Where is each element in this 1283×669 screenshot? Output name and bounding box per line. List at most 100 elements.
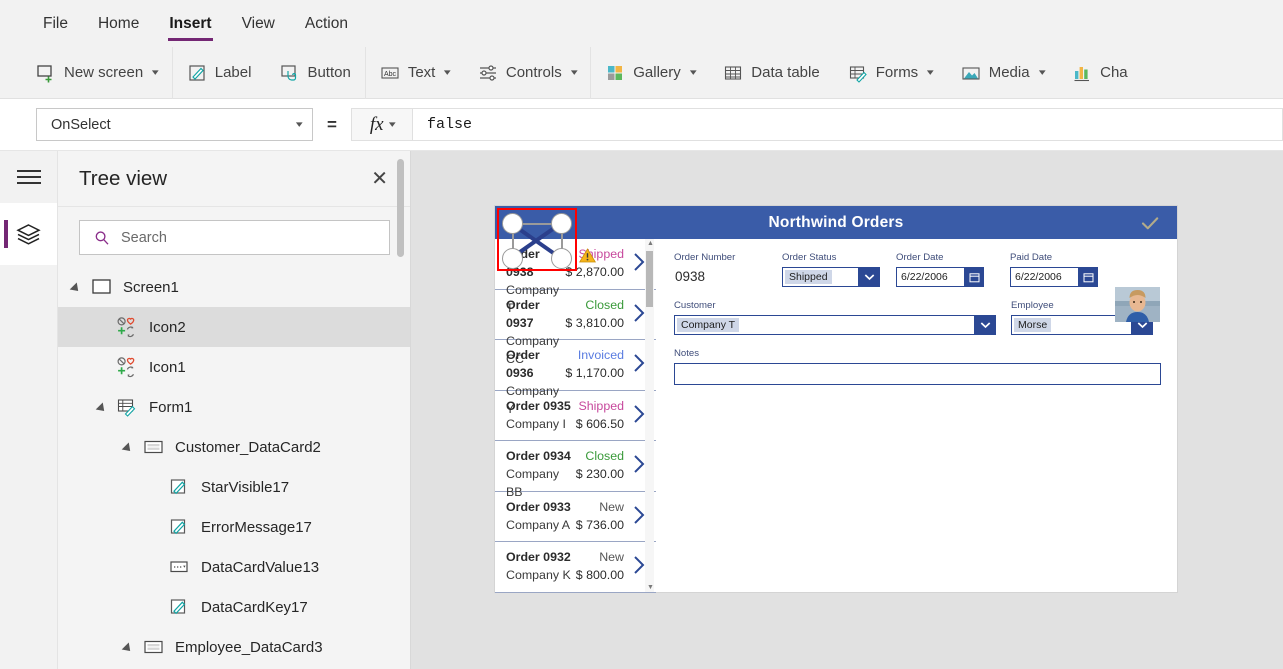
media-button[interactable]: Media ▾ bbox=[947, 47, 1058, 99]
gallery-label: Gallery bbox=[633, 64, 681, 81]
paid-date-value: 6/22/2006 bbox=[1015, 271, 1062, 283]
gallery-amount: $ 800.00 bbox=[575, 568, 624, 582]
order-status-dropdown[interactable]: Shipped bbox=[782, 267, 880, 287]
gallery-scrollbar-thumb[interactable] bbox=[646, 251, 653, 307]
tree-node-form1[interactable]: Form1 bbox=[58, 387, 410, 427]
label-icon bbox=[187, 63, 207, 83]
menu-item-insert[interactable]: Insert bbox=[154, 1, 226, 47]
chevron-down-icon[interactable] bbox=[974, 315, 996, 335]
tree-node-employee_datacard3[interactable]: Employee_DataCard3 bbox=[58, 627, 410, 667]
charts-button[interactable]: Cha bbox=[1058, 47, 1142, 99]
label-pencil-icon bbox=[170, 599, 186, 615]
gallery-item[interactable]: Order 0935 Company I Shipped $ 606.50 bbox=[495, 391, 656, 441]
gallery-item-right: Shipped $ 606.50 bbox=[576, 397, 626, 433]
twisty-expanded-icon[interactable] bbox=[98, 403, 107, 412]
resize-handle-top-left[interactable] bbox=[502, 213, 523, 234]
menu-item-view[interactable]: View bbox=[227, 1, 290, 47]
tree-node-label: StarVisible17 bbox=[201, 478, 290, 496]
gallery-item[interactable]: Order 0937 Company CC Closed $ 3,810.00 bbox=[495, 290, 656, 366]
chevron-down-icon: ▾ bbox=[570, 67, 578, 77]
new-screen-label: New screen bbox=[64, 64, 144, 81]
fx-expand-button[interactable]: fx ▾ bbox=[350, 108, 413, 141]
svg-text:Abc: Abc bbox=[384, 71, 397, 78]
chevron-down-icon: ▾ bbox=[152, 67, 159, 77]
selected-control-outline[interactable] bbox=[497, 208, 577, 271]
calendar-icon[interactable] bbox=[964, 267, 984, 287]
chevron-down-icon[interactable] bbox=[858, 267, 880, 287]
tree-node-starvisible17[interactable]: StarVisible17 bbox=[58, 467, 410, 507]
tree-node-errormessage17[interactable]: ErrorMessage17 bbox=[58, 507, 410, 547]
resize-handle-bottom-right[interactable] bbox=[551, 248, 572, 269]
order-date-field: Order Date 6/22/2006 bbox=[896, 251, 1010, 287]
twisty-expanded-icon[interactable] bbox=[124, 443, 133, 452]
label-button[interactable]: Label bbox=[173, 47, 266, 99]
gallery-item[interactable]: Order 0933 Company A New $ 736.00 bbox=[495, 492, 656, 542]
new-screen-button[interactable]: New screen ▾ bbox=[22, 47, 172, 99]
controls-button[interactable]: Controls ▾ bbox=[464, 47, 590, 99]
menu-item-file[interactable]: File bbox=[28, 1, 83, 47]
twisty-expanded-icon[interactable] bbox=[124, 643, 133, 652]
resize-handle-bottom-left[interactable] bbox=[502, 248, 523, 269]
left-rail bbox=[0, 151, 58, 669]
tree-node-icon1[interactable]: Icon1 bbox=[58, 347, 410, 387]
warning-icon bbox=[578, 248, 597, 263]
menu-item-action[interactable]: Action bbox=[290, 1, 363, 47]
tree-node-icon bbox=[116, 316, 140, 338]
gallery-grid-icon bbox=[605, 63, 625, 83]
data-table-label: Data table bbox=[751, 64, 820, 81]
calendar-icon[interactable] bbox=[1078, 267, 1098, 287]
screen-icon bbox=[92, 279, 111, 294]
tree-node-icon bbox=[168, 516, 192, 538]
property-selector[interactable]: OnSelect ▾ bbox=[36, 108, 313, 141]
tree-node-screen1[interactable]: Screen1 bbox=[58, 267, 410, 307]
text-button[interactable]: Abc Text ▾ bbox=[366, 47, 464, 99]
formula-input[interactable]: false bbox=[412, 108, 1283, 141]
notes-input[interactable] bbox=[674, 363, 1161, 385]
hamburger-button[interactable] bbox=[0, 151, 57, 203]
label-pencil-icon bbox=[170, 479, 186, 495]
paid-date-field: Paid Date 6/22/2006 bbox=[1010, 251, 1120, 287]
tree-search-box[interactable] bbox=[79, 220, 390, 255]
text-label: Text bbox=[407, 64, 436, 81]
tree-scrollbar-thumb[interactable] bbox=[397, 159, 404, 257]
tree-node-datacardkey17[interactable]: DataCardKey17 bbox=[58, 587, 410, 627]
chevron-down-icon: ▾ bbox=[1038, 67, 1046, 77]
tree-node-label: Form1 bbox=[149, 398, 193, 416]
tree-node-datacardvalue13[interactable]: DataCardValue13 bbox=[58, 547, 410, 587]
check-icon[interactable] bbox=[1139, 212, 1161, 234]
notes-label: Notes bbox=[674, 348, 700, 359]
gallery-button[interactable]: Gallery ▾ bbox=[591, 47, 709, 99]
chevron-down-icon: ▾ bbox=[689, 67, 697, 77]
scroll-down-arrow[interactable]: ▼ bbox=[647, 584, 654, 591]
scroll-up-arrow[interactable]: ▲ bbox=[647, 240, 654, 247]
text-abc-icon: Abc bbox=[380, 63, 400, 83]
gallery-item[interactable]: Order 0934 Company BB Closed $ 230.00 bbox=[495, 441, 656, 499]
tree-node-icon2[interactable]: Icon2 bbox=[58, 307, 410, 347]
button-button[interactable]: Button bbox=[265, 47, 364, 99]
order-date-picker[interactable]: 6/22/2006 bbox=[896, 267, 984, 287]
search-input[interactable] bbox=[121, 229, 372, 246]
twisty-expanded-icon[interactable] bbox=[72, 283, 81, 292]
chevron-down-icon: ▾ bbox=[444, 67, 451, 77]
resize-handle-top-right[interactable] bbox=[551, 213, 572, 234]
rail-item-tree-view[interactable] bbox=[0, 203, 57, 265]
forms-label: Forms bbox=[875, 64, 919, 81]
data-table-button[interactable]: Data table bbox=[709, 47, 833, 99]
customer-dropdown[interactable]: Company T bbox=[674, 315, 996, 335]
tree-node-customer_datacard2[interactable]: Customer_DataCard2 bbox=[58, 427, 410, 467]
gallery-scrollbar[interactable]: ▲ ▼ bbox=[645, 239, 654, 592]
tree-search-wrapper bbox=[58, 207, 410, 267]
tree-node-icon bbox=[168, 556, 192, 578]
order-date-value: 6/22/2006 bbox=[901, 271, 948, 283]
menu-item-home[interactable]: Home bbox=[83, 1, 154, 47]
button-label: Button bbox=[307, 64, 351, 81]
tree-scrollbar[interactable] bbox=[397, 151, 404, 555]
paid-date-picker[interactable]: 6/22/2006 bbox=[1010, 267, 1098, 287]
paid-date-label: Paid Date bbox=[1010, 252, 1053, 263]
close-icon[interactable]: ✕ bbox=[371, 169, 388, 189]
forms-button[interactable]: Forms ▾ bbox=[834, 47, 947, 99]
new-screen-icon bbox=[36, 63, 56, 83]
tree-node-label: DataCardKey17 bbox=[201, 598, 308, 616]
gallery-item[interactable]: Order 0932 Company K New $ 800.00 bbox=[495, 542, 656, 593]
gallery-item[interactable]: Order 0936 Company Y Invoiced $ 1,170.00 bbox=[495, 340, 656, 416]
